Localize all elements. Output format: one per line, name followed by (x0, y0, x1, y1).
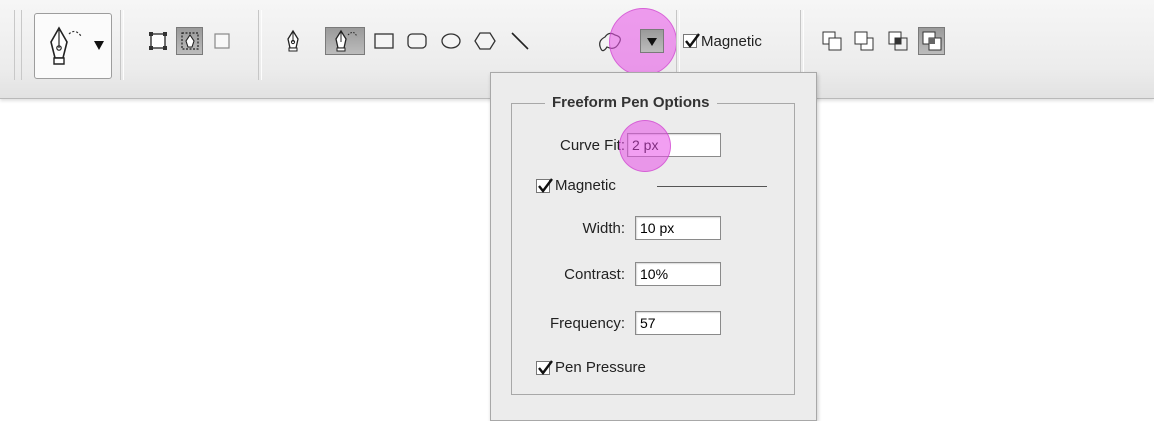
freeform-pen-tool-button[interactable] (325, 27, 365, 55)
highlight-marker (619, 120, 671, 172)
toolbar-divider (258, 10, 262, 80)
pen-icon (286, 29, 299, 52)
toolbar-divider (800, 10, 804, 80)
magnetic-label: Magnetic (701, 32, 762, 50)
geometry-options-button[interactable] (640, 29, 664, 53)
magnetic-option[interactable]: Magnetic (536, 177, 616, 194)
checkmark-icon (538, 177, 553, 193)
contrast-input[interactable] (635, 262, 721, 286)
intersect-areas-button[interactable] (884, 27, 911, 55)
exclude-overlap-button[interactable] (918, 27, 945, 55)
toolbar-divider (120, 10, 124, 80)
freeform-pen-icon (335, 29, 358, 52)
chevron-down-icon (647, 38, 657, 46)
contrast-label: Contrast: (564, 266, 625, 283)
shape-layers-icon (148, 32, 167, 50)
magnetic-checkbox[interactable] (683, 33, 700, 48)
paths-button[interactable] (176, 27, 203, 55)
panel-title: Freeform Pen Options (545, 94, 717, 111)
width-label: Width: (582, 220, 625, 237)
magnetic-option-checkbox[interactable] (536, 177, 553, 193)
pen-pressure-option[interactable]: Pen Pressure (536, 359, 646, 376)
curve-fit-label: Curve Fit: (559, 137, 625, 154)
line-tool-button[interactable] (505, 27, 534, 55)
pen-tool-button[interactable] (279, 27, 306, 55)
add-to-area-icon (822, 31, 841, 51)
toolbar-divider (676, 10, 680, 80)
rectangle-tool-button[interactable] (370, 27, 397, 55)
rounded-rectangle-icon (406, 33, 427, 49)
intersect-areas-icon (888, 31, 907, 51)
pen-pressure-checkbox[interactable] (536, 359, 553, 375)
add-to-area-button[interactable] (818, 27, 845, 55)
line-icon (510, 32, 529, 50)
polygon-tool-button[interactable] (470, 27, 500, 55)
width-input[interactable] (635, 216, 721, 240)
checkmark-icon (538, 359, 553, 375)
checkmark-icon (685, 33, 700, 48)
rounded-rectangle-tool-button[interactable] (402, 27, 431, 55)
freeform-pen-options-panel: Freeform Pen Options Curve Fit: Magnetic… (490, 72, 817, 421)
polygon-icon (474, 32, 496, 50)
paths-icon (180, 32, 199, 50)
magnetic-option-label: Magnetic (555, 177, 616, 194)
shape-layers-button[interactable] (144, 27, 171, 55)
frequency-label: Frequency: (549, 315, 625, 332)
ellipse-icon (440, 33, 461, 49)
fill-pixels-icon (213, 33, 230, 49)
fill-pixels-button[interactable] (208, 27, 235, 55)
magnetic-toggle[interactable]: Magnetic (683, 28, 762, 54)
tool-preset-picker[interactable] (34, 13, 112, 79)
subtract-from-area-icon (854, 31, 873, 51)
frequency-input[interactable] (635, 311, 721, 335)
toolbar-gripper[interactable] (14, 10, 22, 80)
exclude-overlap-icon (922, 31, 941, 51)
magnetic-group-divider (657, 186, 767, 187)
pen-preset-icon (50, 26, 82, 65)
pen-pressure-label: Pen Pressure (555, 359, 646, 376)
ellipse-tool-button[interactable] (436, 27, 465, 55)
chevron-down-icon (94, 41, 104, 50)
subtract-from-area-button[interactable] (850, 27, 877, 55)
rectangle-icon (373, 33, 394, 49)
